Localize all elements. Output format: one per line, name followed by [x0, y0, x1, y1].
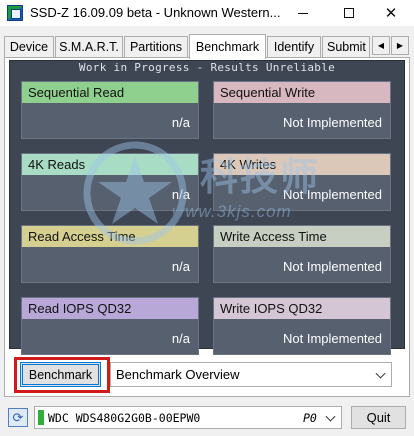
benchmark-mode-select[interactable]: Benchmark Overview [110, 362, 392, 387]
benchmark-banner: Work in Progress - Results Unreliable [78, 61, 336, 74]
chevron-left-icon: ◀ [377, 41, 385, 50]
benchmark-button[interactable]: Benchmark [20, 362, 101, 387]
benchmark-mode-value: Benchmark Overview [116, 367, 240, 382]
chevron-right-icon: ▶ [396, 41, 404, 50]
drive-select[interactable]: WDC WDS480G2G0B-00EPW0 P0 [34, 406, 342, 429]
metric-sequential-read: Sequential Read n/a [21, 81, 199, 139]
maximize-icon [344, 8, 354, 18]
metric-value: Not Implemented [283, 187, 382, 202]
minimize-button[interactable] [280, 0, 326, 26]
metric-value: n/a [171, 187, 190, 202]
metric-label: Read Access Time [22, 226, 198, 247]
tab-submit[interactable]: Submit [322, 36, 370, 57]
metric-value: n/a [171, 115, 190, 130]
metric-4k-reads: 4K Reads n/a [21, 153, 199, 211]
drive-name: WDC WDS480G2G0B-00EPW0 [48, 411, 201, 425]
metric-read-access-time: Read Access Time n/a [21, 225, 199, 283]
quit-button[interactable]: Quit [351, 406, 406, 429]
tab-smart[interactable]: S.M.A.R.T. [55, 36, 123, 57]
metric-label: Read IOPS QD32 [22, 298, 198, 319]
minimize-icon [298, 12, 308, 14]
close-button[interactable]: ✕ [368, 0, 414, 26]
tab-strip: Device S.M.A.R.T. Partitions Benchmark I… [0, 34, 414, 59]
metric-label: 4K Reads [22, 154, 198, 175]
metric-sequential-write: Sequential Write Not Implemented [213, 81, 391, 139]
metric-label: Sequential Read [22, 82, 198, 103]
title-bar: SSD-Z 16.09.09 beta - Unknown Western...… [0, 0, 414, 26]
metric-4k-writes: 4K Writes Not Implemented [213, 153, 391, 211]
tab-benchmark[interactable]: Benchmark [189, 34, 266, 59]
metric-value: Not Implemented [283, 115, 382, 130]
metric-label: Write IOPS QD32 [214, 298, 390, 319]
drive-port: P0 [303, 411, 317, 425]
tab-partitions[interactable]: Partitions [124, 36, 188, 57]
metric-value: n/a [171, 259, 190, 274]
close-icon: ✕ [384, 4, 398, 22]
metric-write-iops-qd32: Write IOPS QD32 Not Implemented [213, 297, 391, 355]
metric-read-iops-qd32: Read IOPS QD32 n/a [21, 297, 199, 355]
metric-write-access-time: Write Access Time Not Implemented [213, 225, 391, 283]
window-title: SSD-Z 16.09.09 beta - Unknown Western... [30, 5, 281, 20]
metric-value: Not Implemented [283, 259, 382, 274]
tab-scroll-left[interactable]: ◀ [372, 36, 390, 55]
tab-scroll-right[interactable]: ▶ [391, 36, 409, 55]
status-bar: ⟳ WDC WDS480G2G0B-00EPW0 P0 Quit [0, 400, 414, 436]
maximize-button[interactable] [326, 0, 372, 26]
refresh-icon: ⟳ [12, 409, 24, 425]
metric-label: Sequential Write [214, 82, 390, 103]
metric-label: 4K Writes [214, 154, 390, 175]
tab-device[interactable]: Device [4, 36, 54, 57]
chevron-down-icon [375, 368, 386, 379]
chevron-down-icon [325, 411, 336, 422]
metric-value: Not Implemented [283, 331, 382, 346]
app-icon [7, 5, 23, 21]
drive-status-led [38, 410, 44, 425]
metric-label: Write Access Time [214, 226, 390, 247]
refresh-button[interactable]: ⟳ [8, 408, 28, 427]
metric-value: n/a [171, 331, 190, 346]
tab-identify[interactable]: Identify [267, 36, 321, 57]
